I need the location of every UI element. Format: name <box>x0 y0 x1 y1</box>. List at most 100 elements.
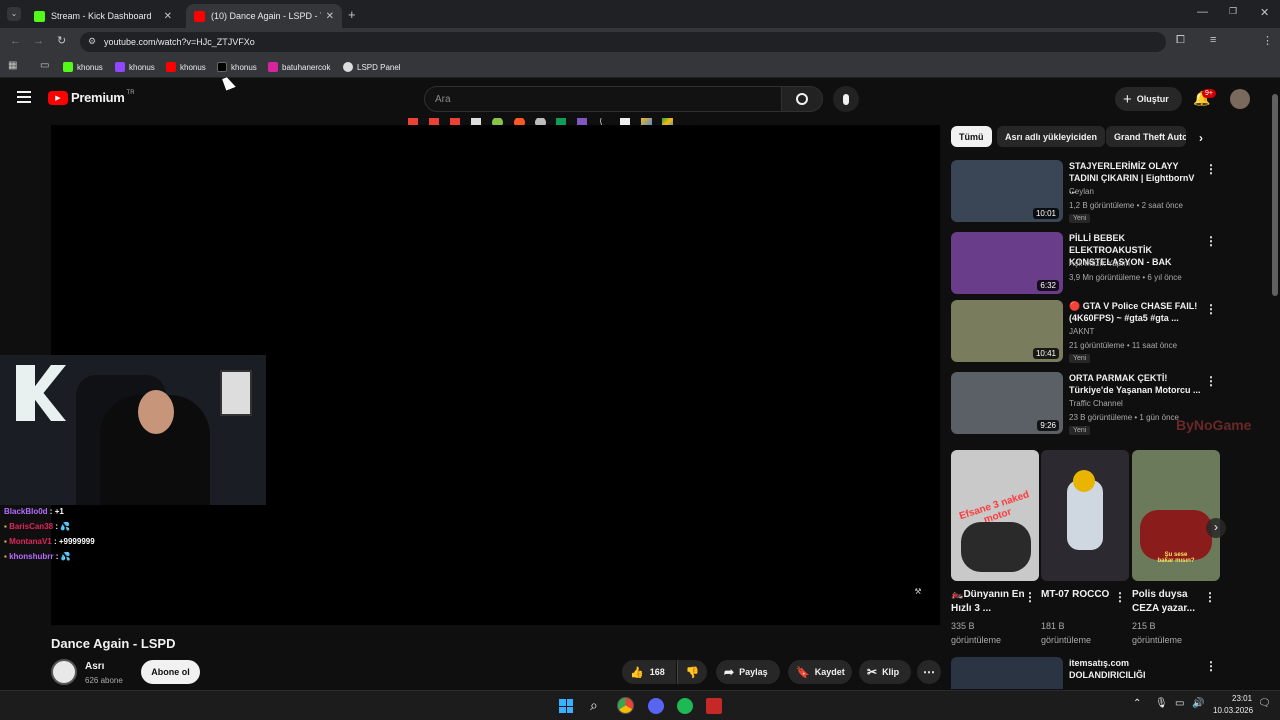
spotify-icon[interactable] <box>677 698 693 714</box>
video-thumbnail[interactable]: 10:01 <box>951 160 1063 222</box>
more-options-icon[interactable]: ⋮ <box>1205 234 1217 248</box>
more-options-icon[interactable]: ⋮ <box>1204 590 1216 604</box>
bookmarks-bar: ▦ ▭ khonus khonus khonus khonus batuhane… <box>0 56 1280 128</box>
chips-next-arrow-icon[interactable]: › <box>1199 131 1203 145</box>
recommended-video[interactable]: 10:01 STAJYERLERİMİZ OLAYY TADINI ÇIKARI… <box>951 160 1221 226</box>
recommended-video[interactable]: itemsatış.com DOLANDIRICILIĞI ⋮ <box>951 657 1221 689</box>
more-options-icon[interactable]: ⋮ <box>1205 659 1217 673</box>
video-title[interactable]: itemsatış.com DOLANDIRICILIĞI <box>1069 657 1169 681</box>
short-thumbnail[interactable]: Efsane 3 naked motor <box>951 450 1039 581</box>
short-title[interactable]: MT-07 ROCCO <box>1041 588 1115 602</box>
voice-search-button[interactable] <box>833 86 859 112</box>
discord-icon[interactable] <box>648 698 664 714</box>
video-title[interactable]: 🔴 GTA V Police CHASE FAIL! (4K60FPS) ~ #… <box>1069 300 1203 324</box>
account-avatar[interactable] <box>1230 89 1250 109</box>
bookmark-x[interactable]: khonus <box>217 60 257 74</box>
more-options-icon[interactable]: ⋮ <box>1205 162 1217 176</box>
app-icon[interactable] <box>706 698 722 714</box>
channel-name[interactable]: JAKNT <box>1069 327 1094 336</box>
network-icon[interactable]: ▭ <box>1175 698 1184 709</box>
minimize-icon[interactable]: — <box>1197 6 1208 18</box>
youtube-premium-logo[interactable]: ▶ Premium TR <box>48 90 135 105</box>
channel-name[interactable]: Aşk Müzik Yapım <box>1069 259 1130 268</box>
thumbs-up-icon: 👍 <box>630 666 644 679</box>
short-thumbnail[interactable] <box>1041 450 1129 581</box>
video-title[interactable]: ORTA PARMAK ÇEKTİ! Türkiye'de Yaşanan Mo… <box>1069 372 1203 396</box>
like-button[interactable]: 👍 168 <box>622 660 676 684</box>
apps-grid-icon[interactable]: ▦ <box>8 60 17 71</box>
volume-icon[interactable]: 🔊 <box>1192 698 1204 709</box>
search-input[interactable]: Ara <box>424 86 782 112</box>
maximize-icon[interactable]: ❐ <box>1229 6 1237 17</box>
recommended-video[interactable]: 6:32 PİLLİ BEBEK ELEKTROAKUSTİK KONSTELA… <box>951 232 1221 298</box>
close-tab-icon[interactable]: ✕ <box>326 11 334 22</box>
chip-from-uploader[interactable]: Asrı adlı yükleyiciden <box>997 126 1106 147</box>
save-button[interactable]: 🔖 Kaydet <box>788 660 852 684</box>
search-button[interactable] <box>781 86 823 112</box>
share-button[interactable]: ➦ Paylaş <box>716 660 780 684</box>
notifications-icon[interactable]: 🗨 <box>1258 698 1271 709</box>
channel-name[interactable]: Ceylan <box>1069 187 1094 196</box>
close-window-icon[interactable]: ✕ <box>1260 6 1269 19</box>
search-icon[interactable]: ⌕ <box>590 697 598 714</box>
new-tab-icon[interactable]: + <box>348 7 356 22</box>
bookmark-instagram[interactable]: batuhanercok <box>268 60 330 74</box>
show-hidden-icons[interactable]: ⌃ <box>1133 698 1141 709</box>
reload-icon[interactable]: ↻ <box>57 34 66 47</box>
browser-menu-icon[interactable]: ⋮ <box>1262 34 1273 47</box>
more-options-icon[interactable]: ⋮ <box>1024 590 1036 604</box>
more-actions-button[interactable]: ⋯ <box>917 660 941 684</box>
bookmark-youtube[interactable]: khonus <box>166 60 206 74</box>
extensions-icon[interactable]: ⧠ <box>1176 34 1185 47</box>
bookmark-lspd[interactable]: LSPD Panel <box>343 60 401 74</box>
short-title[interactable]: Polis duysa CEZA yazar... <box>1132 588 1206 616</box>
create-button[interactable]: + Oluştur <box>1115 87 1182 111</box>
media-control-icon[interactable]: ≡ <box>1210 34 1216 46</box>
page-scrollbar[interactable] <box>1270 80 1280 690</box>
microphone-icon[interactable]: 🎙 <box>1155 698 1168 709</box>
video-thumbnail[interactable]: 10:41 <box>951 300 1063 362</box>
short-thumbnail[interactable]: Şu sese bakar mısın? <box>1132 450 1220 581</box>
url-text: youtube.com/watch?v=HJc_ZTJVFXo <box>104 37 255 47</box>
bookmark-kick[interactable]: khonus <box>63 60 103 74</box>
forward-icon[interactable]: → <box>33 35 44 47</box>
tab-kick-dashboard[interactable]: Stream - Kick Dashboard ✕ <box>26 4 180 28</box>
chip-gta[interactable]: Grand Theft Auto <box>1106 126 1186 147</box>
subscribe-button[interactable]: Abone ol <box>141 660 200 684</box>
clock-time[interactable]: 23:01 <box>1232 694 1252 703</box>
site-info-icon[interactable]: ⚙ <box>88 36 96 47</box>
thumbs-down-icon: 👎 <box>685 666 700 679</box>
short-views: 215 B görüntüleme <box>1132 621 1183 645</box>
short-views: 181 B görüntüleme <box>1041 621 1092 645</box>
tab-youtube-video[interactable]: (10) Dance Again - LSPD - YouT ✕ <box>186 4 342 28</box>
bookmark-twitch[interactable]: khonus <box>115 60 155 74</box>
duration-badge: 6:32 <box>1037 280 1059 291</box>
close-tab-icon[interactable]: ✕ <box>164 11 172 22</box>
country-code: TR <box>126 90 135 96</box>
windows-start-icon[interactable] <box>559 699 573 713</box>
channel-name[interactable]: Traffic Channel <box>1069 399 1123 408</box>
more-options-icon[interactable]: ⋮ <box>1114 590 1126 604</box>
hamburger-menu-icon[interactable] <box>17 91 31 103</box>
shorts-next-button[interactable]: › <box>1206 518 1226 538</box>
more-options-icon[interactable]: ⋮ <box>1205 374 1217 388</box>
more-options-icon[interactable]: ⋮ <box>1205 302 1217 316</box>
video-thumbnail[interactable]: 6:32 <box>951 232 1063 294</box>
clock-date[interactable]: 10.03.2026 <box>1213 706 1253 715</box>
channel-name[interactable]: Asrı <box>85 661 104 672</box>
video-thumbnail[interactable]: 9:26 <box>951 372 1063 434</box>
chip-all[interactable]: Tümü <box>951 126 992 147</box>
folder-icon[interactable]: ▭ <box>40 60 49 71</box>
dislike-button[interactable]: 👎 <box>677 660 707 684</box>
recommended-video[interactable]: 10:41 🔴 GTA V Police CHASE FAIL! (4K60FP… <box>951 300 1221 366</box>
clip-button[interactable]: ✂ Klip <box>859 660 911 684</box>
scrollbar-thumb[interactable] <box>1272 94 1278 296</box>
chrome-icon[interactable] <box>617 697 634 714</box>
back-icon[interactable]: ← <box>10 35 21 47</box>
short-title[interactable]: 🏍️Dünyanın En Hızlı 3 ... <box>951 588 1025 616</box>
video-thumbnail[interactable] <box>951 657 1063 689</box>
channel-watermark-icon[interactable]: ⚒ <box>908 587 928 607</box>
address-bar[interactable]: ⚙ youtube.com/watch?v=HJc_ZTJVFXo <box>80 32 1166 52</box>
channel-avatar[interactable] <box>51 659 77 685</box>
tab-search-icon[interactable]: ⌄ <box>7 7 21 21</box>
